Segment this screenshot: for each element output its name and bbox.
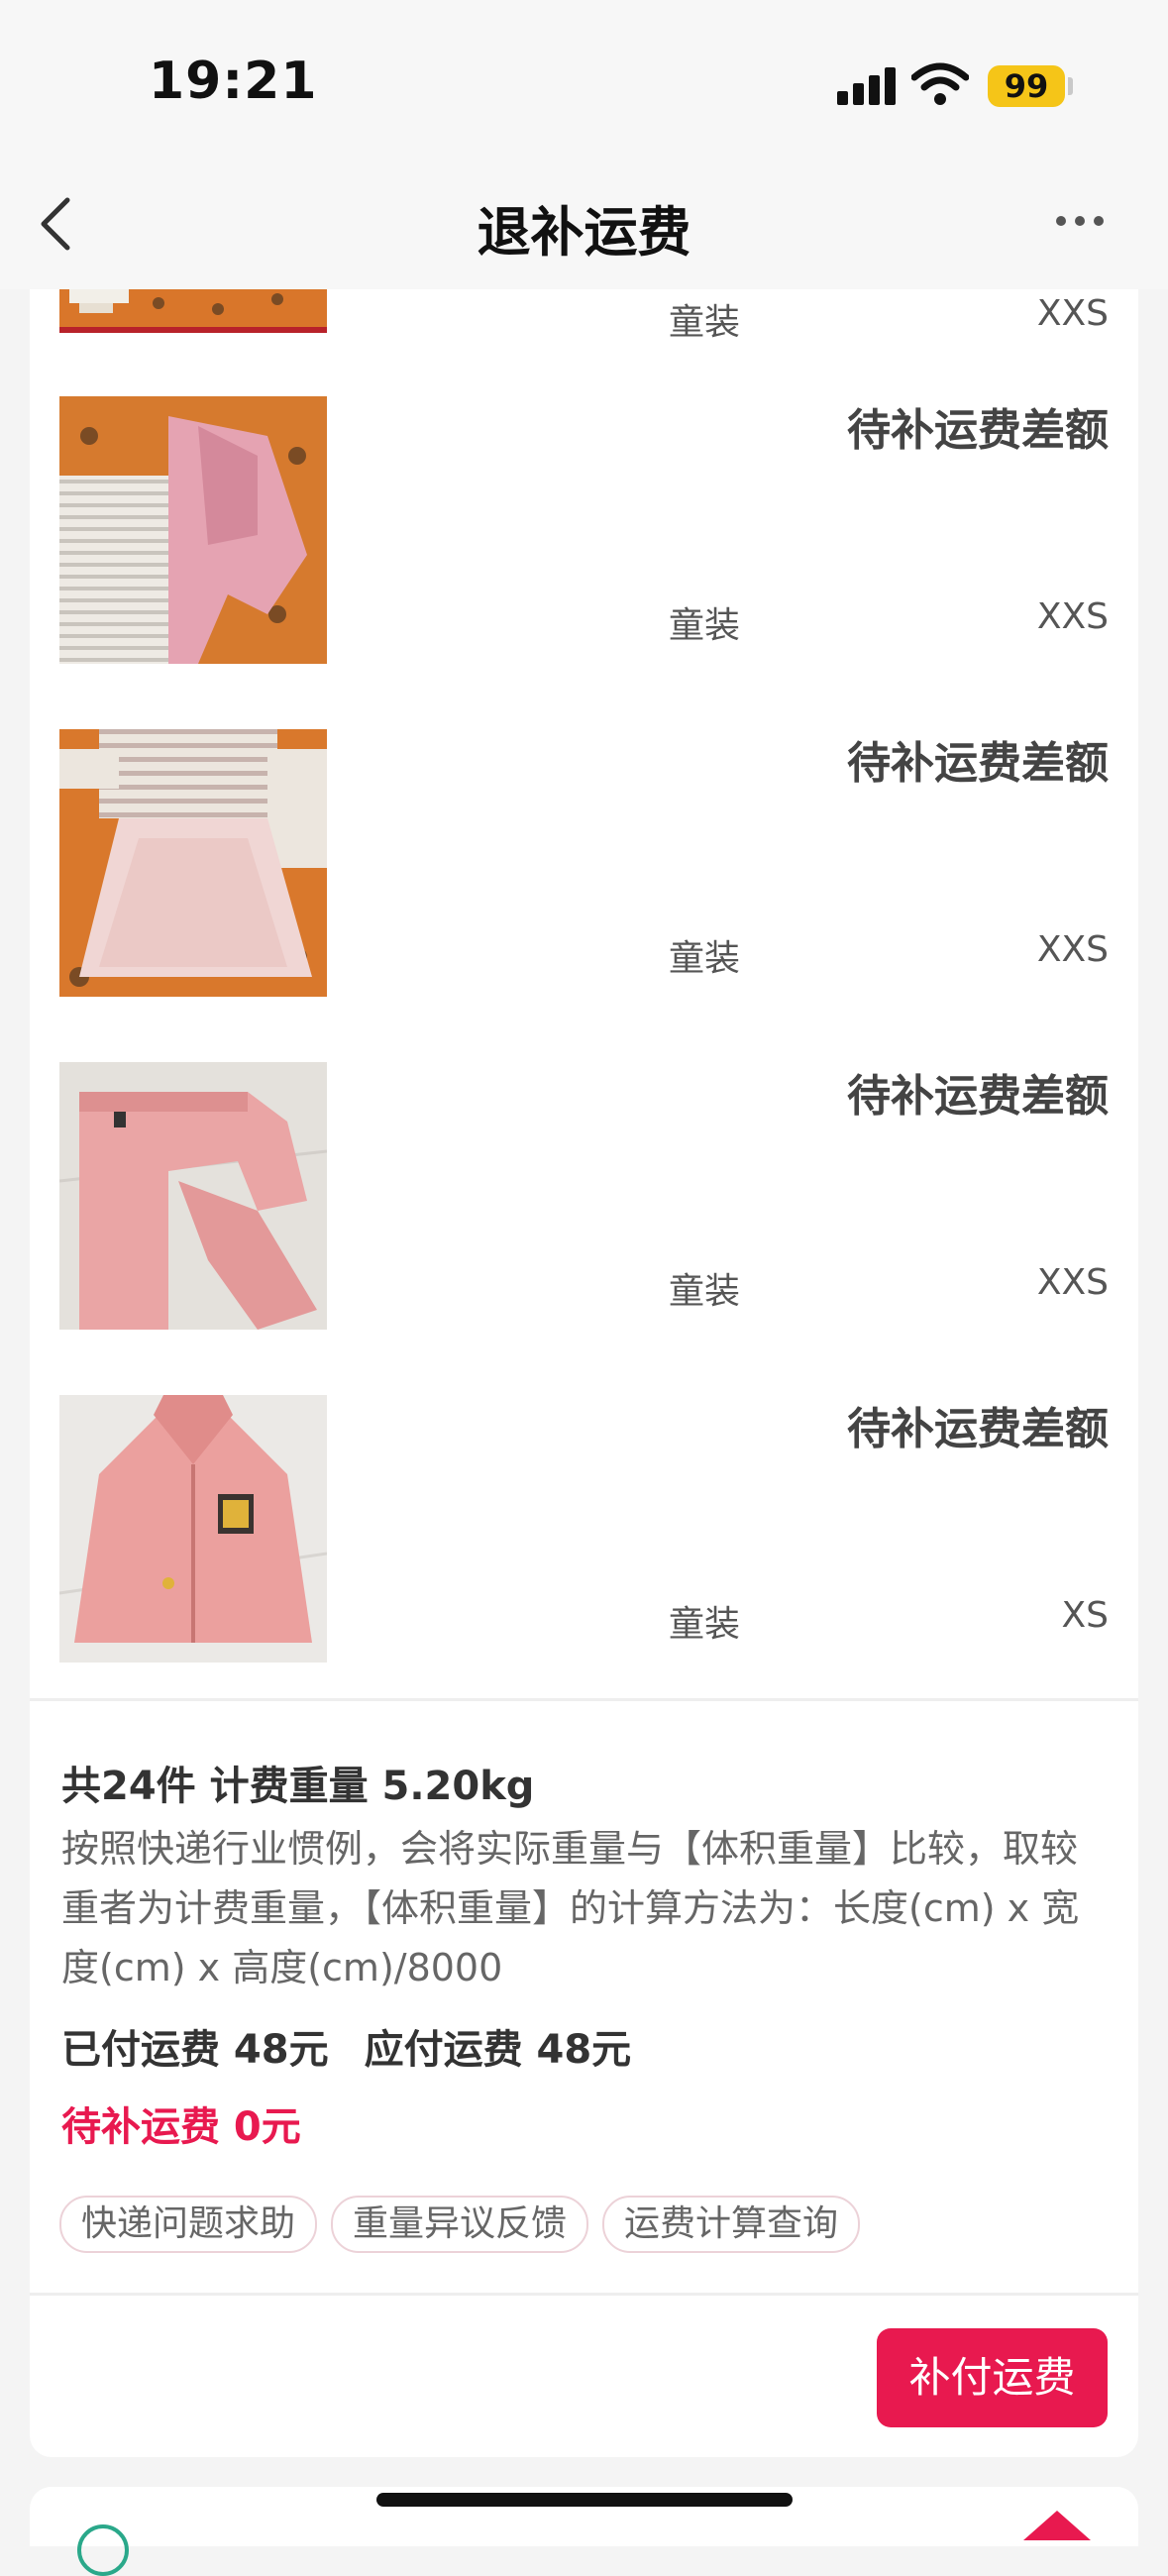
list-item[interactable]: 待补运费差额 童装 XXS <box>30 367 1138 702</box>
item-thumbnail <box>59 1395 327 1663</box>
wifi-icon <box>911 62 969 105</box>
freight-card: 童装 XXS 待补运费差额 童装 XXS 待补运费差额 童装 XXS 待补运费差… <box>30 289 1138 2457</box>
summary-description: 按照快递行业惯例，会将实际重量与【体积重量】比较，取较重者为计费重量，【体积重量… <box>61 1827 1080 1989</box>
paid-amount: 已付运费 48元 <box>61 2027 329 2073</box>
item-thumbnail <box>59 289 327 333</box>
item-category: 童装 <box>669 1271 741 1312</box>
item-size: XXS <box>1036 929 1109 970</box>
badge-icon <box>1023 2511 1091 2540</box>
status-bar: 19:21 99 <box>0 0 1168 159</box>
battery-icon: 99 <box>988 65 1065 107</box>
item-size: XS <box>1061 1595 1109 1636</box>
navigation-bar: 退补运费 <box>0 159 1168 289</box>
home-indicator[interactable] <box>376 2493 793 2507</box>
courier-help-button[interactable]: 快递问题求助 <box>59 2196 318 2253</box>
item-category: 童装 <box>669 605 741 646</box>
list-item[interactable]: 童装 XXS <box>30 289 1138 370</box>
page-title: 退补运费 <box>477 201 691 264</box>
divider <box>30 2293 1138 2296</box>
more-options-icon[interactable] <box>1050 202 1110 242</box>
item-size: XXS <box>1036 596 1109 637</box>
payable-amount: 应付运费 48元 <box>364 2027 632 2073</box>
help-tags: 快递问题求助 重量异议反馈 运费计算查询 <box>59 2196 874 2253</box>
list-item[interactable]: 待补运费差额 童装 XXS <box>30 1032 1138 1368</box>
item-status: 待补运费差额 <box>847 738 1109 789</box>
battery-tip <box>1068 77 1073 95</box>
summary-title: 共24件 计费重量 5.20kg <box>61 1764 535 1809</box>
list-item[interactable]: 待补运费差额 童装 XS <box>30 1365 1138 1701</box>
item-thumbnail <box>59 729 327 997</box>
item-status: 待补运费差额 <box>847 1404 1109 1454</box>
item-thumbnail <box>59 396 327 664</box>
item-category: 童装 <box>669 1604 741 1645</box>
pending-freight: 待补运费 0元 <box>61 2104 301 2150</box>
weight-dispute-button[interactable]: 重量异议反馈 <box>331 2196 589 2253</box>
item-size: XXS <box>1036 293 1109 334</box>
list-item[interactable]: 待补运费差额 童装 XXS <box>30 699 1138 1035</box>
item-category: 童装 <box>669 302 741 343</box>
paid-freight: 已付运费 48元 应付运费 48元 <box>61 2017 631 2075</box>
freight-summary: 共24件 计费重量 5.20kg 按照快递行业惯例，会将实际重量与【体积重量】比… <box>30 1700 1138 2295</box>
item-status: 待补运费差额 <box>847 1071 1109 1122</box>
status-time: 19:21 <box>149 52 318 111</box>
item-size: XXS <box>1036 1262 1109 1303</box>
item-status: 待补运费差额 <box>847 405 1109 456</box>
freight-calc-query-button[interactable]: 运费计算查询 <box>602 2196 861 2253</box>
item-thumbnail <box>59 1062 327 1330</box>
item-category: 童装 <box>669 938 741 979</box>
pay-freight-button[interactable]: 补付运费 <box>877 2328 1108 2427</box>
cellular-signal-icon <box>837 65 897 105</box>
